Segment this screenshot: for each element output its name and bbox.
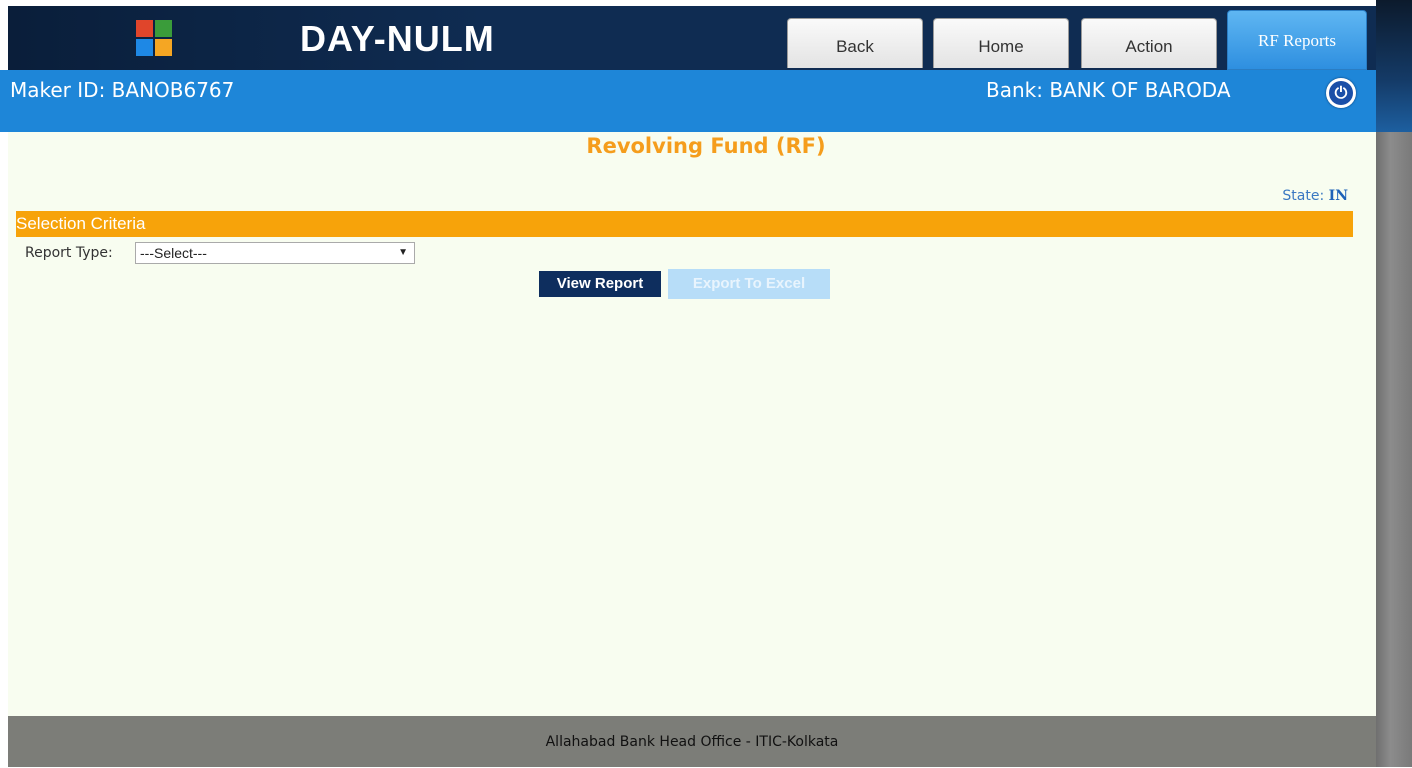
power-icon[interactable]: ⏻ (1326, 78, 1356, 108)
selection-criteria-header: Selection Criteria (16, 211, 1353, 237)
side-bevel-top (1376, 0, 1412, 132)
view-report-button[interactable]: View Report (539, 271, 661, 297)
nulm-logo-icon (136, 20, 174, 58)
logo-square-blue (136, 39, 153, 56)
footer: Allahabad Bank Head Office - ITIC-Kolkat… (8, 716, 1376, 767)
dropdown-arrow-icon: ▼ (398, 247, 408, 258)
tab-back[interactable]: Back (787, 18, 923, 68)
main-content: Revolving Fund (RF) State: IN Selection … (8, 132, 1376, 716)
state-value: IN (1328, 188, 1348, 204)
logo-square-red (136, 20, 153, 37)
tab-action[interactable]: Action (1081, 18, 1217, 68)
tab-home[interactable]: Home (933, 18, 1069, 68)
report-type-select[interactable]: ---Select--- ▼ (135, 242, 415, 264)
info-bar: Maker ID: BANOB6767 Bank: BANK OF BARODA… (0, 70, 1376, 132)
state-indicator: State: IN (1282, 188, 1348, 204)
export-to-excel-button[interactable]: Export To Excel (668, 269, 830, 299)
logo-square-yellow (155, 39, 172, 56)
state-label: State: (1282, 188, 1329, 204)
maker-id: Maker ID: BANOB6767 (10, 78, 235, 102)
bank-name: Bank: BANK OF BARODA (986, 78, 1231, 102)
page-title: Revolving Fund (RF) (586, 134, 826, 158)
side-bevel (1376, 0, 1412, 767)
logo-square-green (155, 20, 172, 37)
app-title: DAY-NULM (300, 18, 495, 59)
report-type-label: Report Type: (25, 245, 113, 261)
power-glyph: ⏻ (1334, 83, 1348, 102)
tab-rf-reports[interactable]: RF Reports (1227, 10, 1367, 70)
report-type-selected-value: ---Select--- (140, 245, 207, 261)
